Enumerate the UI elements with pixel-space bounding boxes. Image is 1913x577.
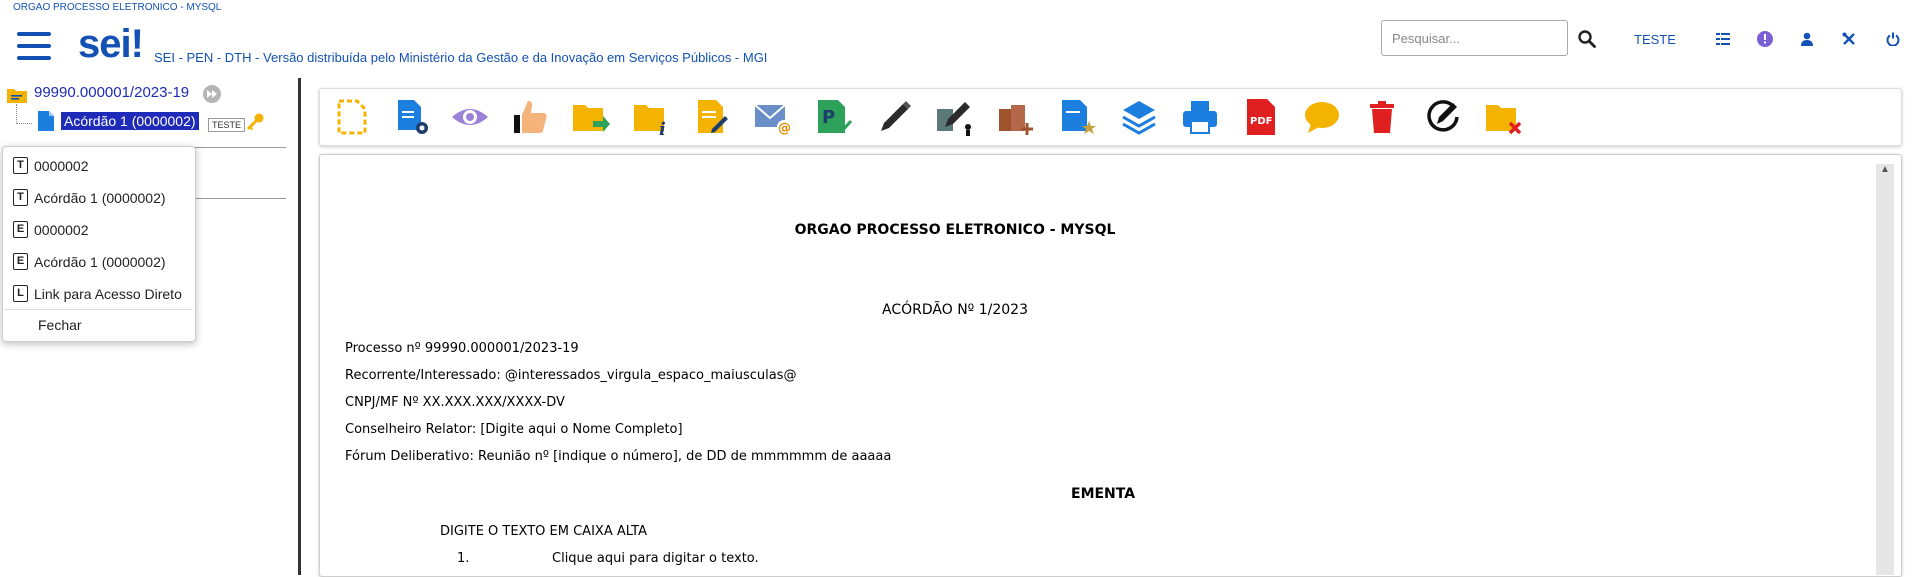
folder-info-icon[interactable]: i <box>632 97 672 140</box>
document-settings-icon[interactable] <box>392 97 432 137</box>
process-number-line: Processo nº 99990.000001/2023-19 <box>345 341 579 356</box>
folder-move-icon[interactable] <box>571 97 611 137</box>
tools-icon[interactable] <box>1842 28 1856 50</box>
key-badge: E <box>13 221 28 238</box>
divider <box>193 147 286 148</box>
popup-item-label: Acórdão 1 (0000002) <box>34 189 166 206</box>
document-toolbar: i @ P PDF <box>319 88 1902 146</box>
popup-close-button[interactable]: Fechar <box>38 317 82 333</box>
document-icon <box>38 111 54 136</box>
divider <box>193 198 286 199</box>
pdf-icon[interactable]: PDF <box>1241 97 1281 137</box>
popup-item[interactable]: E Acórdão 1 (0000002) <box>13 253 166 270</box>
dashed-document-icon[interactable] <box>331 97 371 137</box>
power-icon[interactable] <box>1886 28 1900 50</box>
copy-options-popup: T 0000002 T Acórdão 1 (0000002) E 0000002 E… <box>2 146 196 342</box>
svg-text:i: i <box>659 119 666 137</box>
popup-item-label: Link para Acesso Direto <box>34 285 182 302</box>
key-badge: T <box>13 189 28 206</box>
key-icon[interactable] <box>245 112 265 137</box>
search-input[interactable] <box>1381 20 1568 56</box>
blocks-add-icon[interactable] <box>997 97 1037 137</box>
folder-remove-icon[interactable] <box>1484 97 1524 137</box>
list-number: 1. <box>457 551 470 566</box>
viewer-scrollbar[interactable] <box>1876 164 1894 575</box>
ementa-text: DIGITE O TEXTO EM CAIXA ALTA <box>440 524 648 539</box>
forward-icon[interactable] <box>202 84 222 109</box>
email-icon[interactable]: @ <box>753 97 793 137</box>
key-badge: E <box>13 253 28 270</box>
org-name: ORGAO PROCESSO ELETRONICO - MYSQL <box>13 2 222 13</box>
popup-item[interactable]: T Acórdão 1 (0000002) <box>13 189 166 206</box>
cnpj-line: CNPJ/MF Nº XX.XXX.XXX/XXXX-DV <box>345 395 565 410</box>
key-badge: T <box>13 157 28 174</box>
popup-item-label: 0000002 <box>34 157 89 174</box>
interested-line: Recorrente/Interessado: @interessados_vi… <box>345 368 797 383</box>
acordao-title: ACÓRDÃO Nº 1/2023 <box>882 302 1028 318</box>
comment-icon[interactable] <box>1302 97 1342 137</box>
svg-text:PDF: PDF <box>1250 116 1272 127</box>
popup-item-label: 0000002 <box>34 221 89 238</box>
user-icon[interactable] <box>1800 28 1814 50</box>
svg-text:@: @ <box>778 121 791 136</box>
forum-line: Fórum Deliberativo: Reunião nº [indique … <box>345 449 892 464</box>
edit-circle-icon[interactable] <box>1423 97 1463 137</box>
popup-item-label: Acórdão 1 (0000002) <box>34 253 166 270</box>
tree-connector <box>16 104 18 124</box>
popup-item[interactable]: E 0000002 <box>13 221 89 238</box>
rapporteur-line: Conselheiro Relator: [Digite aqui o Nome… <box>345 422 683 437</box>
trash-icon[interactable] <box>1362 97 1402 137</box>
ementa-title: EMENTA <box>1071 486 1136 502</box>
sei-logo[interactable]: sei! <box>78 22 144 67</box>
document-tag: TESTE <box>208 118 246 132</box>
list-item-text[interactable]: Clique aqui para digitar o texto. <box>552 551 759 566</box>
process-number-link[interactable]: 99990.000001/2023-19 <box>34 84 189 101</box>
pen-icon[interactable] <box>875 97 915 137</box>
document-item-selected[interactable]: Acórdão 1 (0000002) <box>61 112 199 130</box>
thumbs-up-icon[interactable] <box>510 97 550 137</box>
key-badge: L <box>13 285 28 302</box>
tree-connector <box>16 123 32 125</box>
document-star-icon[interactable] <box>1058 97 1098 137</box>
document-viewer <box>319 154 1902 577</box>
system-description: SEI - PEN - DTH - Versão distribuída pel… <box>154 50 768 65</box>
divider <box>5 309 193 310</box>
search-icon[interactable] <box>1578 28 1596 50</box>
user-label[interactable]: TESTE <box>1634 32 1676 47</box>
svg-text:P: P <box>822 107 835 128</box>
printer-icon[interactable] <box>1180 97 1220 137</box>
popup-item[interactable]: T 0000002 <box>13 157 89 174</box>
grid-icon[interactable] <box>1716 28 1730 50</box>
layers-icon[interactable] <box>1119 97 1159 137</box>
menu-icon[interactable] <box>17 32 51 62</box>
info-icon[interactable] <box>1756 28 1774 50</box>
popup-item[interactable]: L Link para Acesso Direto <box>13 285 182 302</box>
signature-check-icon[interactable]: P <box>814 97 854 137</box>
scroll-up-arrow-icon[interactable]: ▲ <box>1877 164 1893 180</box>
eye-icon[interactable] <box>450 97 490 137</box>
document-edit-icon[interactable] <box>692 97 732 137</box>
document-org-title: ORGAO PROCESSO ELETRONICO - MYSQL <box>794 222 1116 238</box>
pen-multiple-icon[interactable] <box>935 97 975 137</box>
